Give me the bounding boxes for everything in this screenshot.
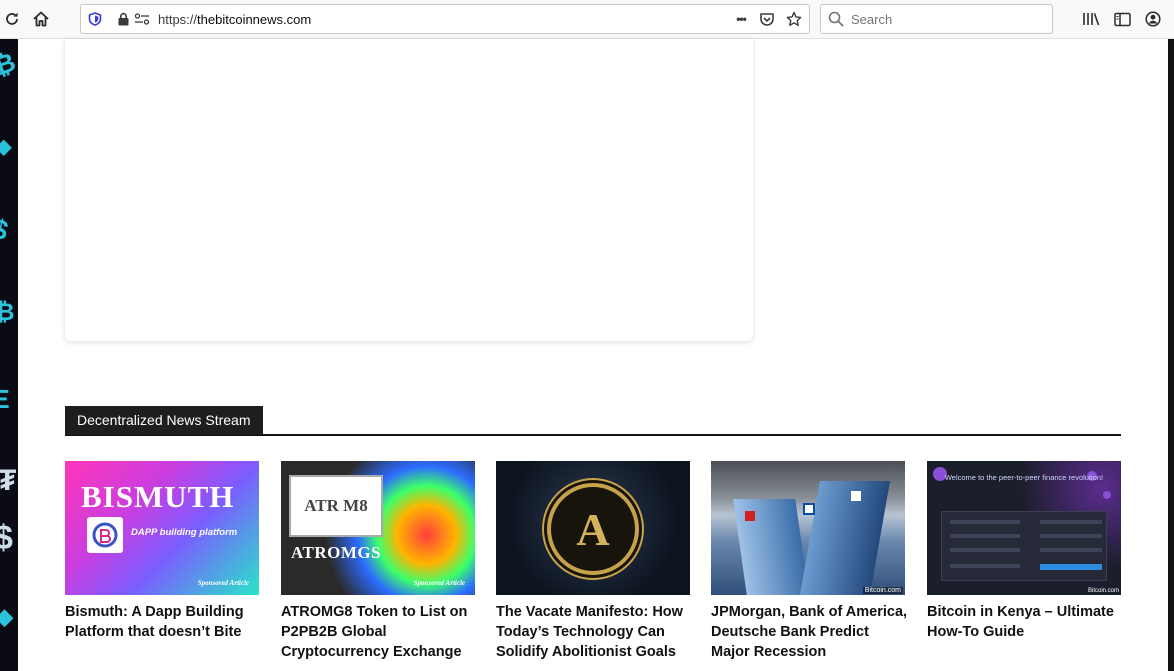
search-icon: [828, 11, 845, 28]
article-title[interactable]: Bismuth: A Dapp Building Platform that d…: [65, 602, 265, 642]
article-card[interactable]: BISMUTH DAPP building platform Sponsored…: [65, 461, 259, 671]
sidebar-toggle-icon[interactable]: [1111, 8, 1133, 30]
thumbnail-heading: BISMUTH: [81, 479, 235, 514]
abolitionist-emblem-icon: A: [547, 483, 639, 575]
lock-icon[interactable]: [115, 11, 131, 27]
url-text[interactable]: https://thebitcoinnews.com: [158, 12, 311, 27]
bank-logo-icon: [851, 491, 861, 501]
exchange-form-graphic: [941, 511, 1107, 581]
page-right-edge: [1168, 39, 1174, 671]
article-title[interactable]: ATROMG8 Token to List on P2PB2B Global C…: [281, 602, 481, 662]
page-background-decoration: ₿ ◆ $ ₿ Ξ ₮ $ ◆: [0, 39, 18, 671]
bank-logo-icon: [745, 511, 755, 521]
atromg8-logo: ATR M8: [289, 475, 383, 537]
article-thumbnail[interactable]: ATR M8 ATROMGS Sponsored Article: [281, 461, 475, 595]
sponsored-badge: Sponsored Article: [413, 579, 465, 587]
article-thumbnail[interactable]: A: [496, 461, 690, 595]
article-title[interactable]: JPMorgan, Bank of America, Deutsche Bank…: [711, 602, 911, 662]
decorative-bubble: [1103, 491, 1111, 499]
tower-graphic: [797, 481, 891, 595]
url-host: thebitcoinnews.com: [197, 12, 312, 27]
ad-placeholder-box: [65, 39, 753, 341]
permissions-icon[interactable]: [134, 11, 150, 27]
article-card[interactable]: A The Vacate Manifesto: How Today’s Tech…: [496, 461, 690, 671]
article-card[interactable]: ATR M8 ATROMGS Sponsored Article ATROMG8…: [281, 461, 475, 671]
emblem-letter: A: [576, 503, 610, 555]
article-card[interactable]: Welcome to the peer-to-peer finance revo…: [927, 461, 1121, 671]
url-scheme: https://: [158, 12, 198, 27]
thumbnail-logo-text: ATR M8: [304, 496, 368, 515]
thumbnail-tagline: DAPP building platform: [131, 527, 238, 538]
article-card[interactable]: Bitcoin.com JPMorgan, Bank of America, D…: [711, 461, 907, 671]
bismuth-logo-icon: [87, 517, 123, 553]
pocket-icon[interactable]: [759, 11, 775, 27]
thumbnail-heading: Welcome to the peer-to-peer finance revo…: [944, 473, 1104, 482]
thumbnail-credit: Bitcoin.com: [862, 587, 903, 594]
browser-toolbar: https://thebitcoinnews.com ••• Search: [0, 0, 1174, 39]
search-placeholder: Search: [851, 12, 893, 27]
library-icon[interactable]: [1080, 8, 1102, 30]
reload-icon[interactable]: [1, 8, 23, 30]
thumbnail-credit: Bitcoin.com: [1087, 588, 1119, 594]
url-bar[interactable]: https://thebitcoinnews.com •••: [80, 4, 810, 34]
search-bar[interactable]: Search: [820, 4, 1053, 34]
page-actions-icon[interactable]: •••: [731, 11, 751, 27]
article-thumbnail[interactable]: Welcome to the peer-to-peer finance revo…: [927, 461, 1121, 595]
account-icon[interactable]: [1142, 8, 1164, 30]
section-header: Decentralized News Stream: [65, 406, 1121, 436]
bank-logo-icon: [803, 503, 815, 515]
home-icon[interactable]: [30, 8, 52, 30]
tracking-protection-icon[interactable]: [87, 11, 103, 27]
thumbnail-heading: ATROMGS: [291, 543, 382, 562]
bookmark-star-icon[interactable]: [786, 11, 802, 27]
article-thumbnail[interactable]: Bitcoin.com: [711, 461, 905, 595]
news-stream-grid: BISMUTH DAPP building platform Sponsored…: [65, 461, 1121, 671]
article-title[interactable]: The Vacate Manifesto: How Today’s Techno…: [496, 602, 696, 662]
sponsored-badge: Sponsored Article: [197, 579, 249, 587]
article-thumbnail[interactable]: BISMUTH DAPP building platform Sponsored…: [65, 461, 259, 595]
section-title: Decentralized News Stream: [65, 406, 263, 435]
article-title[interactable]: Bitcoin in Kenya – Ultimate How-To Guide: [927, 602, 1127, 642]
